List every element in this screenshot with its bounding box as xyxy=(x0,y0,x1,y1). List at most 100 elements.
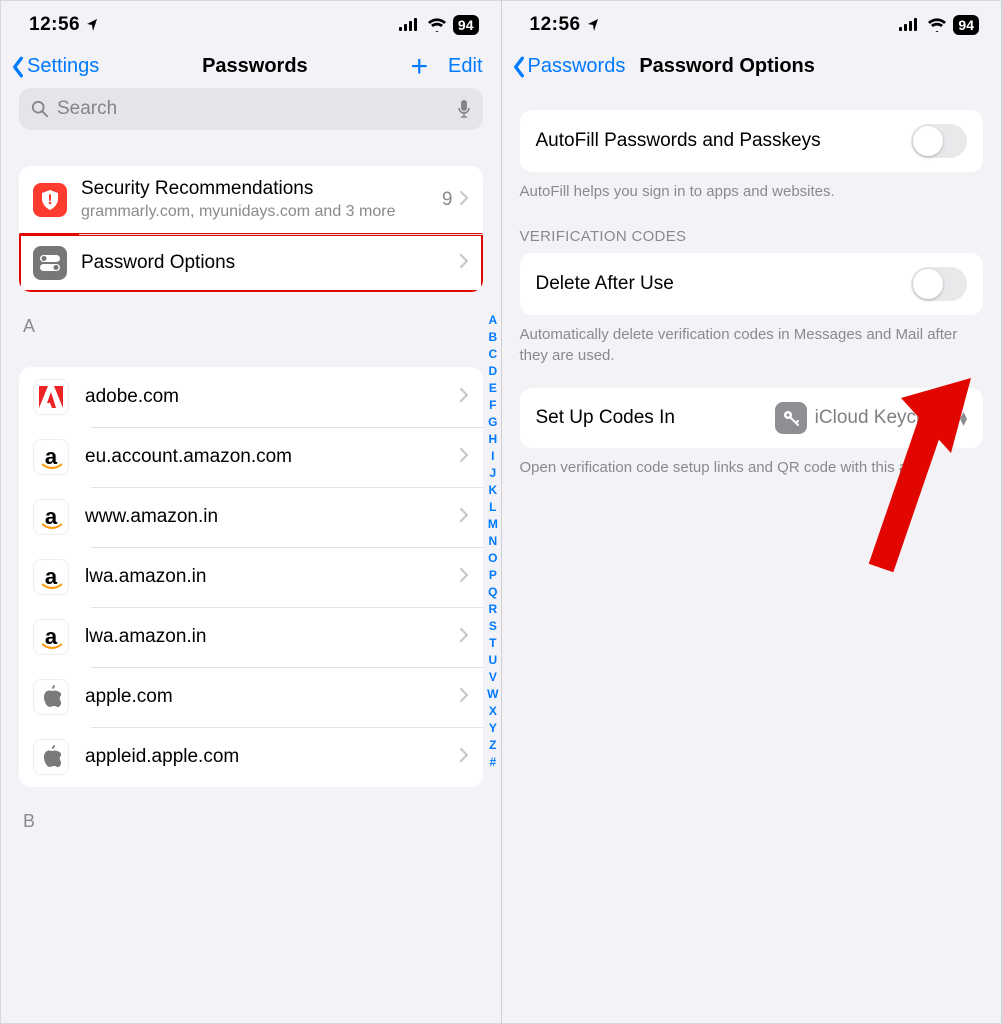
status-bar: 12:56 94 xyxy=(1,1,501,49)
site-row[interactable]: adobe.com xyxy=(19,367,483,427)
toggles-icon xyxy=(33,246,67,280)
site-favicon-adobe xyxy=(33,379,69,415)
delete-note: Automatically delete verification codes … xyxy=(502,315,1002,366)
site-row[interactable]: a lwa.amazon.in xyxy=(19,547,483,607)
key-icon xyxy=(775,402,807,434)
status-time: 12:56 xyxy=(530,14,599,36)
site-domain: www.amazon.in xyxy=(85,506,459,528)
setup-codes-value[interactable]: iCloud Keychain ▴▾ xyxy=(775,402,967,434)
back-label: Passwords xyxy=(528,55,626,78)
index-letter[interactable]: M xyxy=(488,516,498,533)
page-title: Password Options xyxy=(639,55,815,78)
index-letter[interactable]: T xyxy=(489,635,496,652)
index-letter[interactable]: N xyxy=(489,533,498,550)
chevron-right-icon xyxy=(459,447,469,468)
password-options-row[interactable]: Password Options xyxy=(19,234,483,292)
index-letter[interactable]: # xyxy=(489,754,496,771)
time-label: 12:56 xyxy=(530,14,581,36)
wifi-icon xyxy=(927,18,947,32)
autofill-row[interactable]: AutoFill Passwords and Passkeys xyxy=(520,110,984,172)
right-screen: 12:56 94 Passwords Password Options Auto… xyxy=(502,1,1003,1023)
row-title: Delete After Use xyxy=(536,273,674,295)
site-domain: lwa.amazon.in xyxy=(85,626,459,648)
site-row[interactable]: appleid.apple.com xyxy=(19,727,483,787)
index-letter[interactable]: W xyxy=(487,686,498,703)
index-letter[interactable]: I xyxy=(491,448,494,465)
section-header-b: B xyxy=(19,787,483,838)
setup-codes-row[interactable]: Set Up Codes In iCloud Keychain ▴▾ xyxy=(520,388,984,448)
search-input[interactable] xyxy=(57,98,449,120)
index-letter[interactable]: A xyxy=(489,312,498,329)
alpha-index[interactable]: ABCDEFGHIJKLMNOPQRSTUVWXYZ# xyxy=(487,312,498,1003)
site-row[interactable]: a www.amazon.in xyxy=(19,487,483,547)
autofill-toggle[interactable] xyxy=(911,124,967,158)
index-letter[interactable]: J xyxy=(489,465,496,482)
chevron-right-icon xyxy=(459,627,469,648)
index-letter[interactable]: H xyxy=(489,431,498,448)
search-icon xyxy=(31,100,49,118)
shield-alert-icon xyxy=(33,183,67,217)
status-time: 12:56 xyxy=(29,14,98,36)
site-favicon-amazon: a xyxy=(33,439,69,475)
row-count: 9 xyxy=(442,189,453,211)
index-letter[interactable]: E xyxy=(489,380,497,397)
index-letter[interactable]: Y xyxy=(489,720,497,737)
site-domain: lwa.amazon.in xyxy=(85,566,459,588)
setup-card: Set Up Codes In iCloud Keychain ▴▾ xyxy=(520,388,984,448)
back-button[interactable]: Passwords xyxy=(512,55,626,78)
index-letter[interactable]: K xyxy=(489,482,498,499)
location-icon xyxy=(587,18,599,32)
nav-bar: Passwords Password Options xyxy=(502,49,1002,88)
index-letter[interactable]: D xyxy=(489,363,498,380)
index-letter[interactable]: C xyxy=(489,346,498,363)
setup-value-label: iCloud Keychain xyxy=(815,407,952,429)
site-row[interactable]: a eu.account.amazon.com xyxy=(19,427,483,487)
verification-header: VERIFICATION CODES xyxy=(502,202,1002,253)
index-letter[interactable]: L xyxy=(489,499,496,516)
site-favicon-amazon: a xyxy=(33,559,69,595)
site-domain: eu.account.amazon.com xyxy=(85,446,459,468)
chevron-right-icon xyxy=(459,253,469,274)
index-letter[interactable]: Z xyxy=(489,737,496,754)
site-domain: adobe.com xyxy=(85,386,459,408)
index-letter[interactable]: G xyxy=(488,414,497,431)
add-button[interactable]: + xyxy=(411,57,429,77)
site-row[interactable]: apple.com xyxy=(19,667,483,727)
cellular-icon xyxy=(399,18,421,32)
index-letter[interactable]: Q xyxy=(488,584,497,601)
index-letter[interactable]: F xyxy=(489,397,496,414)
index-letter[interactable]: P xyxy=(489,567,497,584)
mic-icon[interactable] xyxy=(457,99,471,119)
page-title: Passwords xyxy=(105,55,404,78)
index-letter[interactable]: U xyxy=(489,652,498,669)
chevron-left-icon xyxy=(512,56,526,78)
delete-after-use-row[interactable]: Delete After Use xyxy=(520,253,984,315)
back-button[interactable]: Settings xyxy=(11,55,99,78)
security-recommendations-row[interactable]: Security Recommendations grammarly.com, … xyxy=(19,166,483,234)
row-title: Password Options xyxy=(81,252,459,274)
index-letter[interactable]: R xyxy=(489,601,498,618)
chevron-right-icon xyxy=(459,387,469,408)
setup-note: Open verification code setup links and Q… xyxy=(502,448,1002,478)
chevron-right-icon xyxy=(459,190,469,211)
search-field[interactable] xyxy=(19,88,483,130)
index-letter[interactable]: S xyxy=(489,618,497,635)
delete-card: Delete After Use xyxy=(520,253,984,315)
top-card: Security Recommendations grammarly.com, … xyxy=(19,166,483,292)
delete-toggle[interactable] xyxy=(911,267,967,301)
chevron-right-icon xyxy=(459,507,469,528)
location-icon xyxy=(86,18,98,32)
section-header-a: A xyxy=(19,292,483,343)
index-letter[interactable]: O xyxy=(488,550,497,567)
site-list-a: adobe.com a eu.account.amazon.com a www.… xyxy=(19,367,483,787)
index-letter[interactable]: X xyxy=(489,703,497,720)
index-letter[interactable]: B xyxy=(489,329,498,346)
chevron-right-icon xyxy=(459,567,469,588)
index-letter[interactable]: V xyxy=(489,669,497,686)
battery-badge: 94 xyxy=(453,15,479,35)
site-favicon-apple xyxy=(33,739,69,775)
edit-button[interactable]: Edit xyxy=(448,55,482,78)
autofill-note: AutoFill helps you sign in to apps and w… xyxy=(502,172,1002,202)
site-row[interactable]: a lwa.amazon.in xyxy=(19,607,483,667)
battery-badge: 94 xyxy=(953,15,979,35)
